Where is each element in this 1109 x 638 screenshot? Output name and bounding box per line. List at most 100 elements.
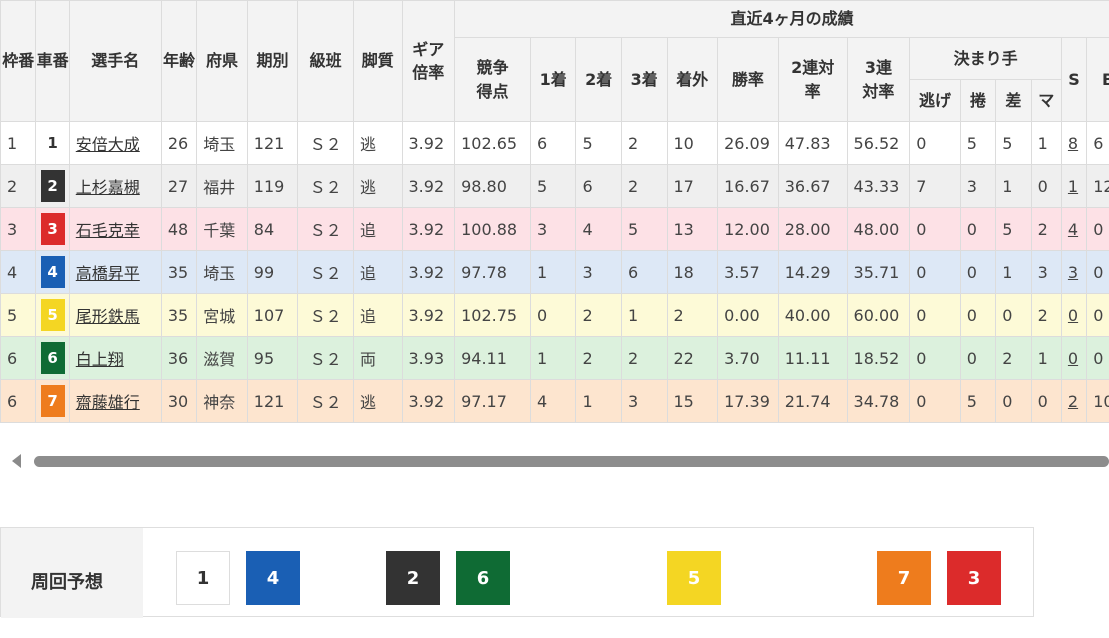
- term-cell: 107: [247, 294, 298, 337]
- sashi-cell: 2: [996, 337, 1031, 380]
- s-link[interactable]: 0: [1068, 349, 1078, 368]
- header-rate3: 3連対率: [847, 38, 910, 122]
- b-cell: 0: [1087, 337, 1109, 380]
- rate3-cell: 43.33: [847, 165, 910, 208]
- mark-cell: 1: [1031, 122, 1061, 165]
- table-row: 5 5 尾形鉄馬 35 宮城 107 Ｓ２ 追 3.92 102.75 0 2 …: [1, 294, 1109, 337]
- rider-name-link[interactable]: 齋藤雄行: [76, 393, 140, 412]
- rate2-cell: 21.74: [778, 380, 847, 423]
- pref-cell: 福井: [197, 165, 248, 208]
- class-cell: Ｓ２: [298, 337, 354, 380]
- first-cell: 3: [530, 208, 576, 251]
- table-row: 1 1 安倍大成 26 埼玉 121 Ｓ２ 逃 3.92 102.65 6 5 …: [1, 122, 1109, 165]
- rate2-cell: 36.67: [778, 165, 847, 208]
- header-sha: 車番: [36, 1, 69, 122]
- s-link[interactable]: 3: [1068, 263, 1078, 282]
- s-link[interactable]: 8: [1068, 134, 1078, 153]
- third-cell: 2: [621, 165, 667, 208]
- table-row: 6 7 齋藤雄行 30 神奈 121 Ｓ２ 逃 3.92 97.17 4 1 3…: [1, 380, 1109, 423]
- mark-cell: 0: [1031, 165, 1061, 208]
- pref-cell: 滋賀: [197, 337, 248, 380]
- header-waku: 枠番: [1, 1, 36, 122]
- rate3-cell: 34.78: [847, 380, 910, 423]
- header-age: 年齢: [161, 1, 196, 122]
- second-cell: 5: [576, 122, 622, 165]
- mark-cell: 0: [1031, 380, 1061, 423]
- rider-name-link[interactable]: 尾形鉄馬: [76, 307, 140, 326]
- score-cell: 100.88: [455, 208, 531, 251]
- win-rate-cell: 12.00: [718, 208, 779, 251]
- rider-name-link[interactable]: 上杉嘉槻: [76, 178, 140, 197]
- rider-name-link[interactable]: 安倍大成: [76, 135, 140, 154]
- style-cell: 逃: [353, 380, 402, 423]
- header-recent-group: 直近4ヶ月の成績: [455, 1, 1109, 38]
- pref-cell: 埼玉: [197, 122, 248, 165]
- nige-cell: 0: [910, 251, 961, 294]
- s-link[interactable]: 1: [1068, 177, 1078, 196]
- second-cell: 4: [576, 208, 622, 251]
- header-nige: 逃げ: [910, 80, 961, 122]
- prediction-car-badge: 3: [947, 551, 1001, 605]
- header-score: 競争得点: [455, 38, 531, 122]
- rate2-cell: 40.00: [778, 294, 847, 337]
- table-row: 6 6 白上翔 36 滋賀 95 Ｓ２ 両 3.93 94.11 1 2 2 2…: [1, 337, 1109, 380]
- prediction-car-badge: 1: [176, 551, 230, 605]
- style-cell: 逃: [353, 122, 402, 165]
- rider-name-link[interactable]: 白上翔: [76, 350, 124, 369]
- gear-cell: 3.92: [402, 122, 455, 165]
- table-row: 2 2 上杉嘉槻 27 福井 119 Ｓ２ 逃 3.92 98.80 5 6 2…: [1, 165, 1109, 208]
- scrollbar-thumb[interactable]: [34, 456, 1109, 467]
- s-link[interactable]: 0: [1068, 306, 1078, 325]
- b-cell: 12: [1087, 165, 1109, 208]
- score-cell: 97.17: [455, 380, 531, 423]
- class-cell: Ｓ２: [298, 165, 354, 208]
- waku-cell: 6: [1, 380, 36, 423]
- term-cell: 99: [247, 251, 298, 294]
- s-link[interactable]: 4: [1068, 220, 1078, 239]
- rider-name-link[interactable]: 石毛克幸: [76, 221, 140, 240]
- pref-cell: 神奈: [197, 380, 248, 423]
- header-s: S: [1061, 38, 1086, 122]
- age-cell: 35: [161, 251, 196, 294]
- rate3-cell: 35.71: [847, 251, 910, 294]
- out-cell: 17: [667, 165, 718, 208]
- win-rate-cell: 3.70: [718, 337, 779, 380]
- third-cell: 2: [621, 122, 667, 165]
- age-cell: 35: [161, 294, 196, 337]
- makuri-cell: 5: [960, 380, 995, 423]
- rate3-cell: 60.00: [847, 294, 910, 337]
- horizontal-scrollbar[interactable]: [0, 448, 1109, 474]
- car-number-badge: 6: [41, 342, 65, 374]
- rate2-cell: 14.29: [778, 251, 847, 294]
- second-cell: 3: [576, 251, 622, 294]
- style-cell: 追: [353, 294, 402, 337]
- term-cell: 95: [247, 337, 298, 380]
- header-third: 3着: [621, 38, 667, 122]
- out-cell: 2: [667, 294, 718, 337]
- header-win-rate: 勝率: [718, 38, 779, 122]
- makuri-cell: 3: [960, 165, 995, 208]
- rate3-cell: 48.00: [847, 208, 910, 251]
- rate3-cell: 56.52: [847, 122, 910, 165]
- first-cell: 1: [530, 251, 576, 294]
- mark-cell: 2: [1031, 208, 1061, 251]
- prediction-car-badge: 2: [386, 551, 440, 605]
- table-row: 3 3 石毛克幸 48 千葉 84 Ｓ２ 追 3.92 100.88 3 4 5…: [1, 208, 1109, 251]
- age-cell: 30: [161, 380, 196, 423]
- score-cell: 102.65: [455, 122, 531, 165]
- prediction-car-badge: 7: [877, 551, 931, 605]
- nige-cell: 0: [910, 380, 961, 423]
- first-cell: 6: [530, 122, 576, 165]
- waku-cell: 5: [1, 294, 36, 337]
- scrollbar-track[interactable]: [34, 456, 1109, 467]
- rider-name-link[interactable]: 高橋昇平: [76, 264, 140, 283]
- win-rate-cell: 17.39: [718, 380, 779, 423]
- gear-cell: 3.92: [402, 294, 455, 337]
- nige-cell: 0: [910, 337, 961, 380]
- scroll-left-arrow-icon[interactable]: [12, 454, 21, 468]
- lap-prediction-label: 周回予想: [1, 528, 143, 618]
- pref-cell: 宮城: [197, 294, 248, 337]
- header-kimarite-group: 決まり手: [910, 38, 1062, 80]
- header-makuri: 捲: [960, 80, 995, 122]
- s-link[interactable]: 2: [1068, 392, 1078, 411]
